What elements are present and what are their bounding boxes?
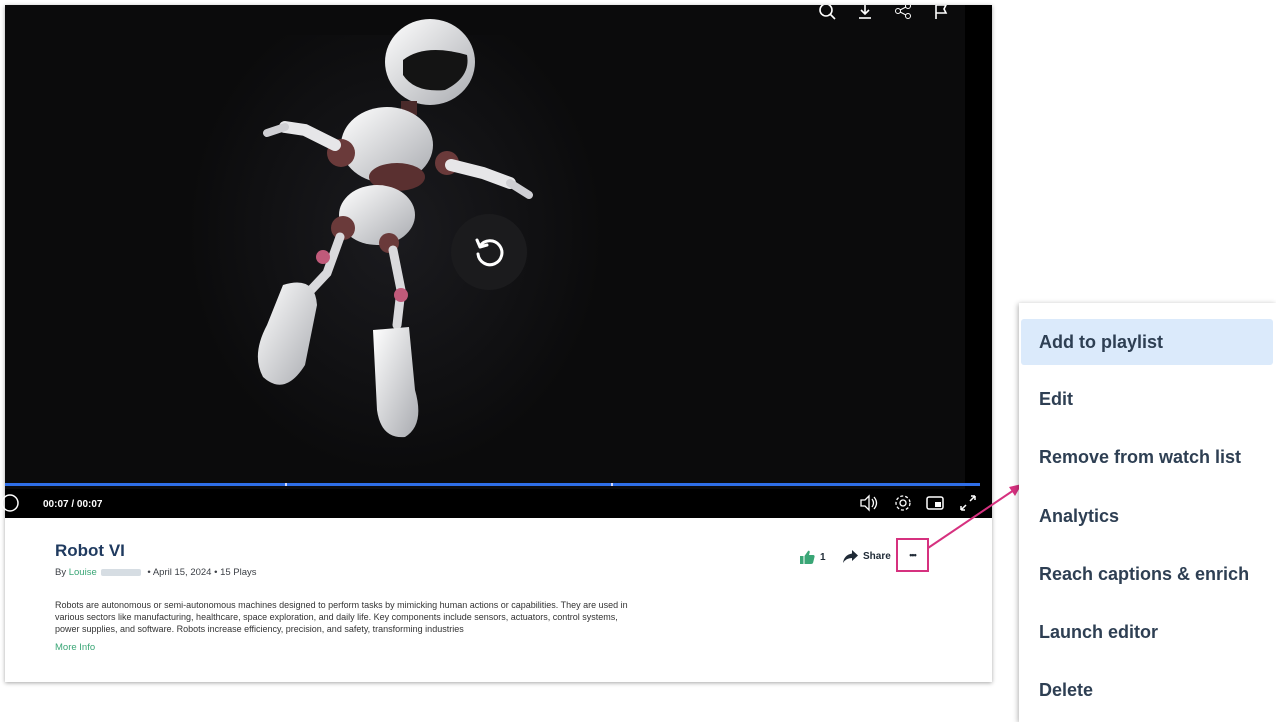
like-button[interactable]: 1 bbox=[800, 550, 826, 564]
search-icon[interactable] bbox=[817, 5, 837, 21]
settings-gear-icon[interactable] bbox=[892, 492, 914, 514]
more-info-link[interactable]: More Info bbox=[55, 642, 95, 653]
play-count: 15 Plays bbox=[220, 567, 257, 578]
picture-in-picture-icon[interactable] bbox=[924, 492, 946, 514]
upload-date: April 15, 2024 bbox=[152, 567, 212, 578]
menu-item-analytics[interactable]: Analytics bbox=[1021, 493, 1273, 539]
share-arrow-icon bbox=[843, 550, 858, 563]
progress-bar[interactable] bbox=[5, 483, 980, 486]
more-options-menu: Add to playlist Edit Remove from watch l… bbox=[1019, 303, 1276, 722]
like-count: 1 bbox=[820, 551, 826, 563]
video-top-actions bbox=[817, 5, 951, 21]
menu-item-launch-editor[interactable]: Launch editor bbox=[1021, 609, 1273, 655]
download-icon[interactable] bbox=[855, 5, 875, 21]
ellipsis-icon: ••• bbox=[909, 550, 917, 560]
chapter-marker bbox=[611, 483, 613, 486]
more-options-button[interactable]: ••• bbox=[896, 538, 929, 572]
video-meta: By Louise • April 15, 2024 • 15 Plays bbox=[55, 567, 257, 578]
video-viewport[interactable] bbox=[5, 5, 965, 518]
time-display: 00:07 / 00:07 bbox=[43, 499, 103, 510]
menu-item-remove-from-watch-list[interactable]: Remove from watch list bbox=[1021, 434, 1273, 480]
screenshot-stage: 00:07 / 00:07 Robot VI By Louise • April… bbox=[0, 0, 1276, 722]
redacted-name bbox=[100, 568, 141, 576]
play-icon[interactable] bbox=[0, 492, 21, 514]
replay-icon bbox=[475, 238, 504, 267]
share-network-icon[interactable] bbox=[893, 5, 913, 21]
volume-icon[interactable] bbox=[857, 492, 879, 514]
video-player-card: 00:07 / 00:07 Robot VI By Louise • April… bbox=[1, 5, 992, 682]
menu-item-edit[interactable]: Edit bbox=[1021, 376, 1273, 422]
flag-icon[interactable] bbox=[931, 5, 951, 21]
thumbs-up-icon bbox=[800, 550, 815, 564]
share-button[interactable]: Share bbox=[843, 550, 891, 563]
author-link[interactable]: Louise bbox=[69, 567, 97, 578]
menu-item-delete[interactable]: Delete bbox=[1021, 667, 1273, 713]
menu-item-reach-captions[interactable]: Reach captions & enrich bbox=[1021, 551, 1273, 597]
replay-button[interactable] bbox=[451, 214, 527, 290]
menu-item-add-to-playlist[interactable]: Add to playlist bbox=[1021, 319, 1273, 365]
fullscreen-icon[interactable] bbox=[957, 492, 979, 514]
control-bar bbox=[5, 489, 992, 518]
video-title: Robot VI bbox=[55, 541, 125, 560]
video-description: Robots are autonomous or semi-autonomous… bbox=[55, 600, 628, 634]
chapter-marker bbox=[285, 483, 287, 486]
